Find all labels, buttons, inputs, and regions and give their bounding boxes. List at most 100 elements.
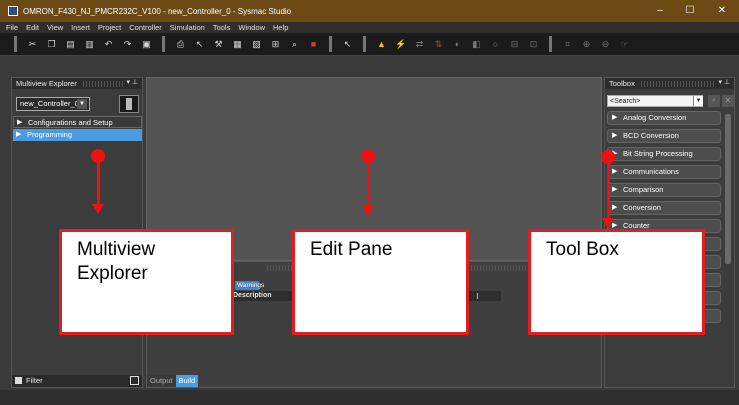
reset-icon[interactable]: ○ [490, 39, 501, 50]
menu-view[interactable]: View [47, 23, 63, 32]
chevron-down-icon[interactable]: ▼ [693, 96, 703, 106]
delete-icon[interactable]: ▥ [84, 39, 95, 50]
toolbox-pin-icon[interactable]: ▾ ⊥ [718, 78, 730, 86]
explorer-pin-icon[interactable]: ▾ ⊥ [126, 78, 138, 86]
cut-icon[interactable]: ✂ [27, 39, 38, 50]
menu-help[interactable]: Help [273, 23, 288, 32]
zoom-out-icon[interactable]: ⊖ [600, 39, 611, 50]
build-icon[interactable]: ⚒ [213, 39, 224, 50]
tab-build[interactable]: Build [175, 375, 199, 387]
filter-icon [15, 377, 22, 384]
menu-file[interactable]: File [6, 23, 18, 32]
explorer-header: Multiview Explorer ▾ ⊥ [12, 78, 142, 89]
simulate-icon[interactable]: ⊡ [528, 39, 539, 50]
toolbox-category[interactable]: ▶ Bit String Processing [607, 147, 721, 161]
expand-arrow-icon: ▶ [612, 114, 618, 121]
expand-arrow-icon: ▶ [612, 186, 618, 193]
maximize-button[interactable]: ☐ [678, 3, 702, 19]
menu-window[interactable]: Window [238, 23, 265, 32]
print-icon[interactable]: ⎙ [175, 39, 186, 50]
annotation-arrowhead [92, 204, 104, 214]
menu-controller[interactable]: Controller [129, 23, 162, 32]
expand-arrow-icon: ▶ [612, 204, 618, 211]
scrollbar-thumb[interactable] [725, 114, 731, 264]
warning-icon[interactable]: ▲ [376, 39, 387, 50]
stop-icon[interactable]: ■ [308, 39, 319, 50]
toolbar: ✂ ❐ ▤ ▥ ↶ ↷ ▣ ⎙ ↖ ⚒ ▦ ▧ ⊞ ⌕ ■ ↖ ▲ ⚡ ⇄ ⇅ … [0, 33, 739, 56]
save-icon[interactable]: ▣ [141, 39, 152, 50]
menu-edit[interactable]: Edit [26, 23, 39, 32]
expand-arrow-icon: ▶ [612, 132, 618, 139]
online-icon[interactable]: ⚡ [395, 39, 406, 50]
clear-icon[interactable]: ✕ [722, 95, 734, 107]
warnings-tab[interactable]: Warnings [235, 281, 264, 290]
zoom-in-icon[interactable]: ⊕ [581, 39, 592, 50]
paste-icon[interactable]: ▤ [65, 39, 76, 50]
menu-tools[interactable]: Tools [213, 23, 231, 32]
category-label: BCD Conversion [623, 131, 679, 140]
toolbar-separator [363, 36, 366, 52]
annotation-arrow [97, 160, 100, 204]
toolbox-scrollbar[interactable] [724, 114, 732, 319]
filter-edit-icon[interactable] [130, 376, 139, 385]
tree-item-programming[interactable]: ▶ Programming [13, 129, 142, 141]
filter-label: Filter [26, 376, 43, 385]
category-label: Conversion [623, 203, 661, 212]
compare-icon[interactable]: ⊟ [509, 39, 520, 50]
transfer-icon[interactable]: ⇅ [433, 39, 444, 50]
tree-item-configurations[interactable]: ▶ Configurations and Setup [13, 116, 142, 128]
close-button[interactable]: ✕ [710, 3, 734, 19]
app-logo-icon [8, 6, 18, 16]
toolbox-category[interactable]: ▶ BCD Conversion [607, 129, 721, 143]
fit-icon[interactable]: ⌗ [562, 39, 573, 50]
mode-icon[interactable]: ◧ [471, 39, 482, 50]
controller-select-value: new_Controller_0 [20, 99, 79, 108]
toolbox-header: Toolbox ▾ ⊥ [605, 78, 734, 89]
category-label: Comparison [623, 185, 664, 194]
select-icon[interactable]: ↖ [342, 39, 353, 50]
hand-icon[interactable]: ☞ [619, 39, 630, 50]
menu-project[interactable]: Project [98, 23, 121, 32]
expand-arrow-icon[interactable]: ▶ [16, 129, 21, 141]
title-bar: OMRON_F430_NJ_PMCR232C_V100 - new_Contro… [0, 0, 739, 22]
toolbox-category[interactable]: ▶ Communications [607, 165, 721, 179]
toolbar-separator [162, 36, 165, 52]
controller-select[interactable]: new_Controller_0 ▼ [16, 97, 90, 111]
sync-icon[interactable]: ⇄ [414, 39, 425, 50]
callout-multiview-explorer: Multiview Explorer [59, 229, 234, 335]
find-icon[interactable]: ⌕ [289, 39, 300, 50]
menu-simulation[interactable]: Simulation [170, 23, 205, 32]
search-icon[interactable]: ⌕ [708, 95, 720, 107]
toolbar-grip [14, 36, 17, 52]
annotation-arrowhead [602, 218, 614, 228]
expand-arrow-icon[interactable]: ▶ [17, 117, 22, 129]
toolbox-category[interactable]: ▶ Conversion [607, 201, 721, 215]
tab-output[interactable]: Output [147, 375, 176, 387]
toolbox-search-input[interactable]: <Search> [607, 95, 703, 107]
controller-icon [119, 95, 139, 113]
annotation-arrow [607, 161, 610, 218]
category-label: Communications [623, 167, 679, 176]
redo-icon[interactable]: ↷ [122, 39, 133, 50]
explorer-header-grip [82, 80, 124, 87]
menu-insert[interactable]: Insert [71, 23, 90, 32]
copy-icon[interactable]: ❐ [46, 39, 57, 50]
toolbox-category[interactable]: ▶ Comparison [607, 183, 721, 197]
grid-icon[interactable]: ▦ [232, 39, 243, 50]
toolbox-title: Toolbox [609, 79, 635, 88]
undo-icon[interactable]: ↶ [103, 39, 114, 50]
toolbar-separator [329, 36, 332, 52]
menu-bar: File Edit View Insert Project Controller… [0, 22, 739, 33]
minimize-button[interactable]: – [648, 3, 672, 19]
explorer-filter-bar[interactable]: Filter [12, 375, 142, 387]
table-icon[interactable]: ▧ [251, 39, 262, 50]
category-label: Bit String Processing [623, 149, 693, 158]
monitor-icon[interactable]: ◐ [452, 39, 463, 50]
toolbox-category[interactable]: ▶ Analog Conversion [607, 111, 721, 125]
pointer-icon[interactable]: ↖ [194, 39, 205, 50]
callout-edit-pane: Edit Pane [292, 229, 469, 335]
network-icon[interactable]: ⊞ [270, 39, 281, 50]
toolbar-separator [549, 36, 552, 52]
expand-arrow-icon: ▶ [612, 168, 618, 175]
chevron-down-icon[interactable]: ▼ [77, 99, 87, 109]
